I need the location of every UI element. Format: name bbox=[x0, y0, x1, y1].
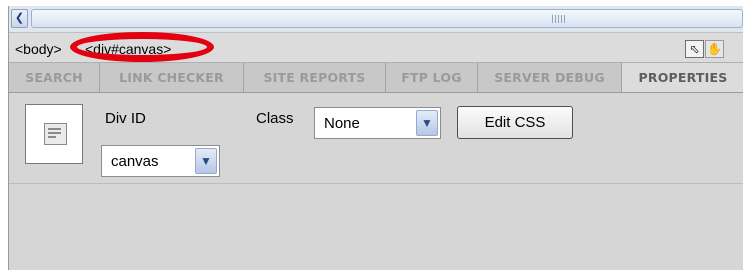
tab-ftp-log[interactable]: FTP LOG bbox=[386, 63, 478, 92]
div-element-icon bbox=[25, 104, 83, 164]
chevron-down-icon[interactable]: ▼ bbox=[416, 110, 438, 136]
panel-tabs: SEARCH LINK CHECKER SITE REPORTS FTP LOG… bbox=[9, 63, 743, 93]
properties-body: Div ID Class None ▼ Edit CSS canvas ▼ bbox=[9, 93, 743, 184]
scroll-left-icon[interactable]: ❮ bbox=[11, 9, 28, 28]
div-id-select-value: canvas bbox=[111, 153, 159, 170]
tag-selector-bar: <body> <div#canvas> ⬁ ✋ bbox=[9, 32, 743, 63]
tab-site-reports[interactable]: SITE REPORTS bbox=[244, 63, 386, 92]
tag-body[interactable]: <body> bbox=[15, 41, 62, 57]
tab-properties[interactable]: PROPERTIES bbox=[622, 63, 743, 92]
tab-server-debug[interactable]: SERVER DEBUG bbox=[478, 63, 622, 92]
arrow-pointer-icon[interactable]: ⬁ bbox=[685, 40, 704, 58]
class-select-value: None bbox=[324, 115, 360, 132]
properties-panel-frame: ❮ <body> <div#canvas> ⬁ ✋ SEARCH LINK CH… bbox=[8, 6, 743, 270]
edit-css-button[interactable]: Edit CSS bbox=[457, 106, 573, 139]
class-select[interactable]: None ▼ bbox=[314, 107, 441, 139]
scrollbar-thumb[interactable] bbox=[31, 9, 743, 28]
chevron-down-icon[interactable]: ▼ bbox=[195, 148, 217, 174]
div-id-label: Div ID bbox=[105, 110, 146, 127]
hand-icon[interactable]: ✋ bbox=[705, 40, 724, 58]
properties-lower-area bbox=[9, 184, 743, 270]
tab-link-checker[interactable]: LINK CHECKER bbox=[100, 63, 244, 92]
horizontal-scrollbar[interactable]: ❮ bbox=[9, 6, 743, 33]
tab-search[interactable]: SEARCH bbox=[9, 63, 100, 92]
red-highlight-ellipse bbox=[70, 32, 214, 62]
scrollbar-grip bbox=[552, 15, 566, 23]
div-id-select[interactable]: canvas ▼ bbox=[101, 145, 220, 177]
class-label: Class bbox=[256, 110, 294, 127]
